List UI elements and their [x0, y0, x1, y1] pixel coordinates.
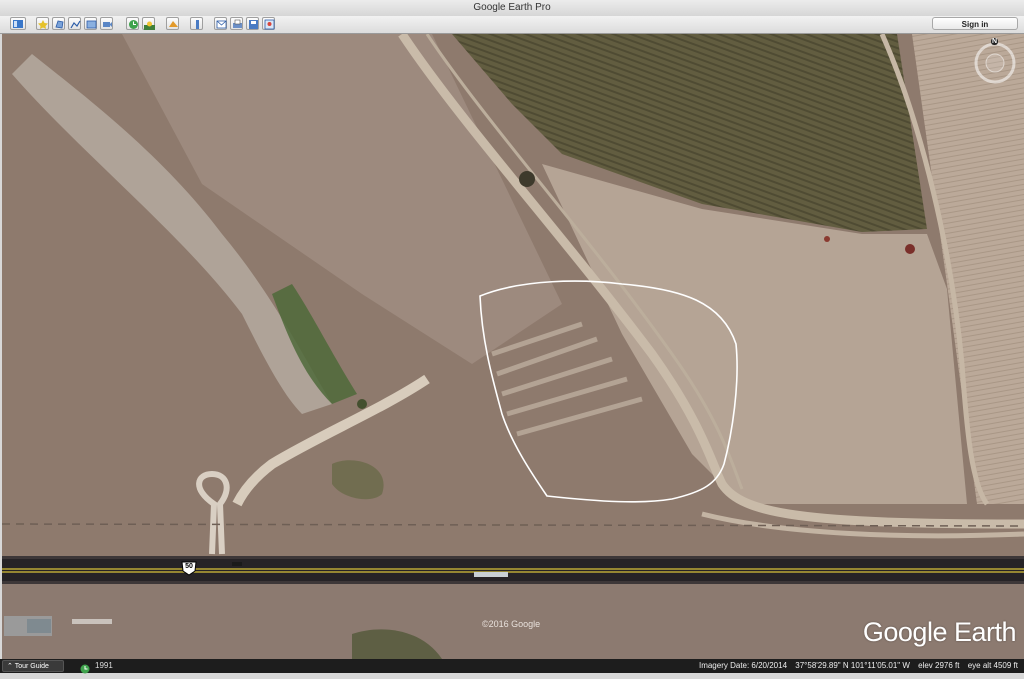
add-polygon-button[interactable]: [52, 17, 65, 30]
historical-imagery-button[interactable]: [126, 17, 139, 30]
status-readout: Imagery Date: 6/20/2014 37°58'29.89" N 1…: [693, 661, 1018, 670]
add-path-button[interactable]: [68, 17, 81, 30]
status-bar: ⌃ Tour Guide 1991 Imagery Date: 6/20/201…: [0, 659, 1024, 674]
satellite-imagery: [2, 34, 1024, 659]
historical-imagery-icon[interactable]: [80, 661, 90, 674]
highway-shield-label: 50: [185, 563, 193, 570]
toolbar: Sign in: [0, 16, 1024, 34]
google-earth-logo: Google Earth: [862, 617, 1017, 647]
sign-in-button[interactable]: Sign in: [932, 17, 1018, 30]
save-image-button[interactable]: [246, 17, 259, 30]
add-placemark-button[interactable]: [36, 17, 49, 30]
image-overlay-button[interactable]: [84, 17, 97, 30]
coordinates: 37°58'29.89" N 101°11'05.01" W: [795, 661, 910, 670]
sunlight-button[interactable]: [142, 17, 155, 30]
tour-guide-button[interactable]: ⌃ Tour Guide: [2, 660, 64, 672]
title-bar: Google Earth Pro: [0, 0, 1024, 17]
historical-year: 1991: [95, 661, 113, 670]
record-tour-button[interactable]: [100, 17, 113, 30]
imagery-date: Imagery Date: 6/20/2014: [698, 661, 788, 670]
tour-guide-arrow-icon: ⌃: [7, 663, 13, 670]
copyright-notice: ©2016 Google: [482, 619, 541, 629]
compass-north-label: N: [991, 38, 999, 45]
ruler-button[interactable]: [190, 17, 203, 30]
sidebar-toggle-button[interactable]: [10, 17, 26, 30]
print-button[interactable]: [230, 17, 243, 30]
window-title: Google Earth Pro: [473, 2, 551, 13]
switch-planets-button[interactable]: [166, 17, 179, 30]
email-button[interactable]: [214, 17, 227, 30]
highway-shield-icon: 50: [181, 560, 197, 576]
view-in-google-maps-button[interactable]: [262, 17, 275, 30]
navigation-compass[interactable]: N: [972, 38, 1018, 84]
elevation: elev 2976 ft: [918, 661, 960, 670]
map-view[interactable]: 50 N ©2016 Google Google Earth: [2, 34, 1024, 659]
tour-guide-label: Tour Guide: [14, 663, 49, 670]
eye-altitude: eye alt 4509 ft: [967, 661, 1018, 670]
